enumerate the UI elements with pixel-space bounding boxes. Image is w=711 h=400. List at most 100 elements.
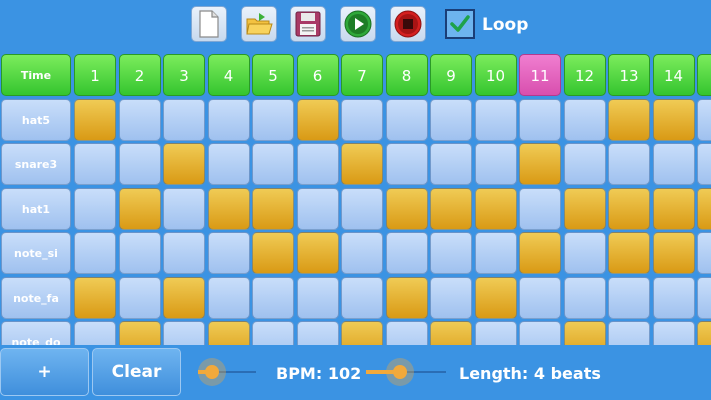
step-cell-active[interactable] — [296, 232, 339, 274]
step-cell-active[interactable] — [474, 276, 517, 319]
step-cell[interactable] — [563, 276, 606, 319]
step-cell[interactable] — [74, 187, 116, 230]
step-cell[interactable] — [430, 232, 472, 274]
step-cell[interactable] — [430, 98, 472, 141]
save-button[interactable] — [290, 6, 326, 42]
step-cell-active[interactable] — [118, 321, 161, 345]
step-cell-active[interactable] — [563, 321, 606, 345]
step-cell[interactable] — [341, 276, 383, 319]
step-cell-active[interactable] — [163, 276, 205, 319]
step-cell[interactable] — [608, 276, 650, 319]
step-cell-active[interactable] — [118, 187, 161, 230]
step-cell[interactable] — [207, 232, 250, 274]
step-cell-active[interactable] — [608, 232, 650, 274]
step-cell-active[interactable] — [385, 276, 428, 319]
step-cell[interactable] — [163, 232, 205, 274]
play-button[interactable] — [340, 6, 376, 42]
row-label[interactable]: snare3 — [1, 143, 71, 185]
step-cell[interactable] — [474, 232, 517, 274]
step-cell[interactable] — [697, 143, 711, 185]
step-cell[interactable] — [252, 276, 294, 319]
step-cell[interactable] — [519, 187, 561, 230]
step-cell[interactable] — [697, 276, 711, 319]
step-cell[interactable] — [207, 276, 250, 319]
step-cell[interactable] — [430, 276, 472, 319]
step-cell[interactable] — [608, 321, 650, 345]
step-cell[interactable] — [74, 232, 116, 274]
step-cell[interactable] — [118, 143, 161, 185]
step-cell-active[interactable] — [563, 187, 606, 230]
step-cell-active[interactable] — [608, 98, 650, 141]
step-cell-active[interactable] — [252, 232, 294, 274]
step-cell[interactable] — [519, 98, 561, 141]
length-slider-knob[interactable] — [393, 365, 407, 379]
step-cell-active[interactable] — [341, 143, 383, 185]
step-cell[interactable] — [163, 321, 205, 345]
step-cell-active[interactable] — [430, 321, 472, 345]
loop-checkbox[interactable] — [445, 9, 475, 39]
step-cell-active[interactable] — [697, 187, 711, 230]
step-cell[interactable] — [74, 143, 116, 185]
step-cell[interactable] — [296, 143, 339, 185]
row-label[interactable]: note_do — [1, 321, 71, 345]
step-cell-active[interactable] — [341, 321, 383, 345]
step-cell-active[interactable] — [207, 321, 250, 345]
step-cell-active[interactable] — [296, 98, 339, 141]
step-cell[interactable] — [207, 98, 250, 141]
step-cell[interactable] — [296, 187, 339, 230]
step-cell[interactable] — [118, 276, 161, 319]
step-cell[interactable] — [652, 321, 695, 345]
add-row-button[interactable]: + — [0, 348, 89, 396]
step-cell[interactable] — [385, 143, 428, 185]
step-cell-active[interactable] — [697, 321, 711, 345]
step-cell[interactable] — [74, 321, 116, 345]
step-cell[interactable] — [474, 321, 517, 345]
step-cell-active[interactable] — [74, 98, 116, 141]
step-cell[interactable] — [519, 321, 561, 345]
step-cell[interactable] — [474, 98, 517, 141]
step-cell-active[interactable] — [519, 143, 561, 185]
row-label[interactable]: note_si — [1, 232, 71, 274]
step-cell-active[interactable] — [474, 187, 517, 230]
step-cell-active[interactable] — [652, 232, 695, 274]
step-cell[interactable] — [296, 321, 339, 345]
step-cell-active[interactable] — [385, 187, 428, 230]
step-cell[interactable] — [341, 98, 383, 141]
step-cell[interactable] — [697, 98, 711, 141]
step-cell[interactable] — [563, 143, 606, 185]
stop-button[interactable] — [390, 6, 426, 42]
step-cell[interactable] — [207, 143, 250, 185]
step-cell[interactable] — [652, 143, 695, 185]
step-cell[interactable] — [563, 232, 606, 274]
step-cell[interactable] — [385, 98, 428, 141]
step-cell-active[interactable] — [430, 187, 472, 230]
step-cell-active[interactable] — [519, 232, 561, 274]
step-cell[interactable] — [118, 232, 161, 274]
clear-button[interactable]: Clear — [92, 348, 181, 396]
step-cell[interactable] — [163, 98, 205, 141]
step-cell[interactable] — [341, 232, 383, 274]
step-cell-active[interactable] — [74, 276, 116, 319]
length-slider[interactable] — [366, 358, 446, 386]
step-cell[interactable] — [118, 98, 161, 141]
step-cell[interactable] — [341, 187, 383, 230]
step-cell[interactable] — [652, 276, 695, 319]
row-label[interactable]: hat5 — [1, 98, 71, 141]
step-cell[interactable] — [519, 276, 561, 319]
step-cell-active[interactable] — [652, 98, 695, 141]
new-file-button[interactable] — [191, 6, 227, 42]
step-cell[interactable] — [563, 98, 606, 141]
bpm-slider[interactable] — [198, 358, 256, 386]
step-cell[interactable] — [474, 143, 517, 185]
step-cell-active[interactable] — [608, 187, 650, 230]
step-cell[interactable] — [385, 321, 428, 345]
step-cell[interactable] — [252, 98, 294, 141]
bpm-slider-knob[interactable] — [205, 365, 219, 379]
step-cell[interactable] — [163, 187, 205, 230]
step-cell-active[interactable] — [207, 187, 250, 230]
step-cell-active[interactable] — [252, 187, 294, 230]
row-label[interactable]: hat1 — [1, 187, 71, 230]
step-cell-active[interactable] — [163, 143, 205, 185]
step-cell-active[interactable] — [652, 187, 695, 230]
step-cell[interactable] — [430, 143, 472, 185]
